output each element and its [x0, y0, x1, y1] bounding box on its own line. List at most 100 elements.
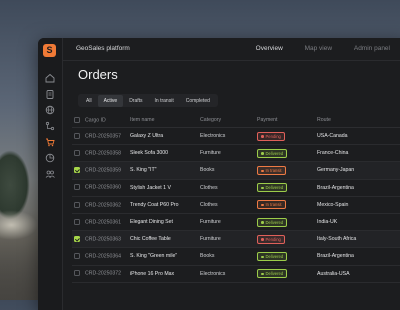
cargo-id: CRD-20250357: [85, 133, 122, 140]
table-row[interactable]: CRD-20250361 Elegant Dining Set Furniture D…: [72, 213, 400, 232]
background-sunlight: [0, 210, 38, 240]
cargo-id: CRD-20250362: [85, 202, 122, 209]
brand-name: GeoSales platform: [76, 45, 130, 52]
item-name: Elegant Dining Set: [130, 213, 200, 232]
home-icon[interactable]: [44, 72, 56, 84]
payment-cell: Delivered: [257, 179, 317, 197]
category: Books: [200, 161, 257, 180]
payment-cell: Pending: [257, 230, 317, 249]
table-row[interactable]: CRD-20250372 iPhone 16 Pro Max Electronics…: [72, 265, 400, 283]
status-text: In transit: [265, 202, 282, 208]
payment-cell: In transit: [257, 161, 317, 180]
tab-completed[interactable]: Completed: [180, 95, 216, 107]
orders-table: Cargo ID Item name Category Payment Rout…: [72, 113, 400, 283]
cargo-id-cell: CRD-20250372: [74, 265, 130, 283]
row-checkbox[interactable]: [74, 270, 80, 277]
column-header-route[interactable]: Route: [317, 113, 400, 128]
cargo-id: CRD-20250359: [85, 167, 122, 174]
row-checkbox[interactable]: [74, 167, 80, 174]
item-name: Stylish Jacket 1 V: [130, 179, 200, 197]
status-badge: Delivered: [257, 217, 288, 227]
sidebar: S: [38, 38, 63, 310]
nav-admin-panel[interactable]: Admin panel: [354, 45, 390, 52]
status-badge: In transit: [257, 200, 286, 210]
route: India-UK: [317, 213, 400, 232]
cargo-id: CRD-20250372: [85, 270, 122, 277]
row-checkbox[interactable]: [74, 184, 80, 191]
clipboard-icon[interactable]: [44, 88, 56, 100]
route: Mexico-Spain: [317, 196, 400, 214]
status-dot-icon: [261, 221, 264, 224]
status-dot-icon: [261, 203, 264, 207]
page-title: Orders: [78, 67, 118, 82]
top-bar: GeoSales platform Overview Map view Admi…: [62, 38, 400, 61]
column-header-payment[interactable]: Payment: [257, 113, 317, 128]
status-dot-icon: [261, 152, 264, 155]
status-badge: Delivered: [257, 148, 288, 158]
row-checkbox[interactable]: [74, 236, 80, 243]
category: Furniture: [200, 230, 257, 249]
table-row[interactable]: CRD-20250364 S. King "Green mile" Books Del…: [72, 247, 400, 266]
table-row[interactable]: CRD-20250359 S. King "IT" Books In transit G…: [72, 161, 400, 180]
item-name: Galaxy Z Ultra: [130, 127, 200, 146]
status-badge: Delivered: [257, 251, 288, 261]
payment-cell: Delivered: [257, 144, 317, 163]
status-text: Delivered: [265, 185, 284, 191]
payment-cell: In transit: [257, 196, 317, 214]
category: Books: [200, 247, 257, 266]
nav-overview[interactable]: Overview: [256, 45, 283, 52]
status-dot-icon: [261, 169, 264, 173]
route: Italy-South Africa: [317, 230, 400, 249]
column-header-item-name[interactable]: Item name: [130, 113, 200, 128]
status-text: Delivered: [265, 271, 284, 277]
column-header-category[interactable]: Category: [200, 113, 257, 128]
cargo-id: CRD-20250364: [85, 253, 122, 260]
table-row[interactable]: CRD-20250363 Chic Coffee Table Furniture Pe…: [72, 230, 400, 249]
item-name: Chic Coffee Table: [130, 230, 200, 249]
status-text: Pending: [265, 133, 281, 139]
status-text: Pending: [265, 236, 281, 242]
status-badge: Pending: [257, 234, 285, 244]
table-row[interactable]: CRD-20250357 Galaxy Z Ultra Electronics Pen…: [72, 127, 400, 146]
cargo-id-cell: CRD-20250360: [74, 179, 130, 197]
select-all-checkbox[interactable]: [74, 116, 80, 123]
column-header-cargo-id[interactable]: Cargo ID: [74, 113, 130, 128]
payment-cell: Delivered: [257, 213, 317, 232]
row-checkbox[interactable]: [74, 132, 80, 139]
tab-drafts[interactable]: Drafts: [123, 95, 148, 107]
status-badge: Pending: [257, 131, 285, 141]
row-checkbox[interactable]: [74, 253, 80, 260]
globe-icon[interactable]: [44, 104, 56, 116]
row-checkbox[interactable]: [74, 201, 80, 208]
route: Australia-USA: [317, 265, 400, 283]
cargo-id-cell: CRD-20250363: [74, 230, 130, 249]
category: Electronics: [200, 127, 257, 146]
item-name: S. King "IT": [130, 161, 200, 180]
cart-icon[interactable]: [44, 136, 56, 148]
tab-all[interactable]: All: [80, 95, 98, 107]
row-checkbox[interactable]: [74, 150, 80, 157]
table-row[interactable]: CRD-20250362 Trendy Coat P60 Pro Clothes In…: [72, 196, 400, 214]
category: Clothes: [200, 179, 257, 197]
cargo-id-cell: CRD-20250357: [74, 127, 130, 146]
category: Electronics: [200, 265, 257, 283]
status-text: Delivered: [265, 253, 284, 259]
route: Brazil-Argentina: [317, 179, 400, 197]
payment-cell: Delivered: [257, 247, 317, 266]
nav-map-view[interactable]: Map view: [305, 45, 332, 52]
tab-active[interactable]: Active: [97, 94, 124, 107]
tab-in-transit[interactable]: In transit: [149, 95, 180, 107]
table-row[interactable]: CRD-20250360 Stylish Jacket 1 V Clothes Del…: [72, 179, 400, 197]
table-row[interactable]: CRD-20250358 Sleek Sofa 3000 Furniture Deli…: [72, 144, 400, 163]
row-checkbox[interactable]: [74, 218, 80, 225]
logo-icon[interactable]: S: [43, 44, 56, 57]
payment-cell: Pending: [257, 127, 317, 146]
status-text: Delivered: [265, 219, 284, 225]
route-icon[interactable]: [44, 120, 56, 132]
cargo-id: CRD-20250358: [85, 150, 122, 157]
cargo-id-cell: CRD-20250364: [74, 247, 130, 266]
users-icon[interactable]: [44, 168, 56, 180]
route: Brazil-Argentina: [317, 247, 400, 266]
item-name: S. King "Green mile": [130, 247, 200, 266]
chart-icon[interactable]: [44, 152, 56, 164]
